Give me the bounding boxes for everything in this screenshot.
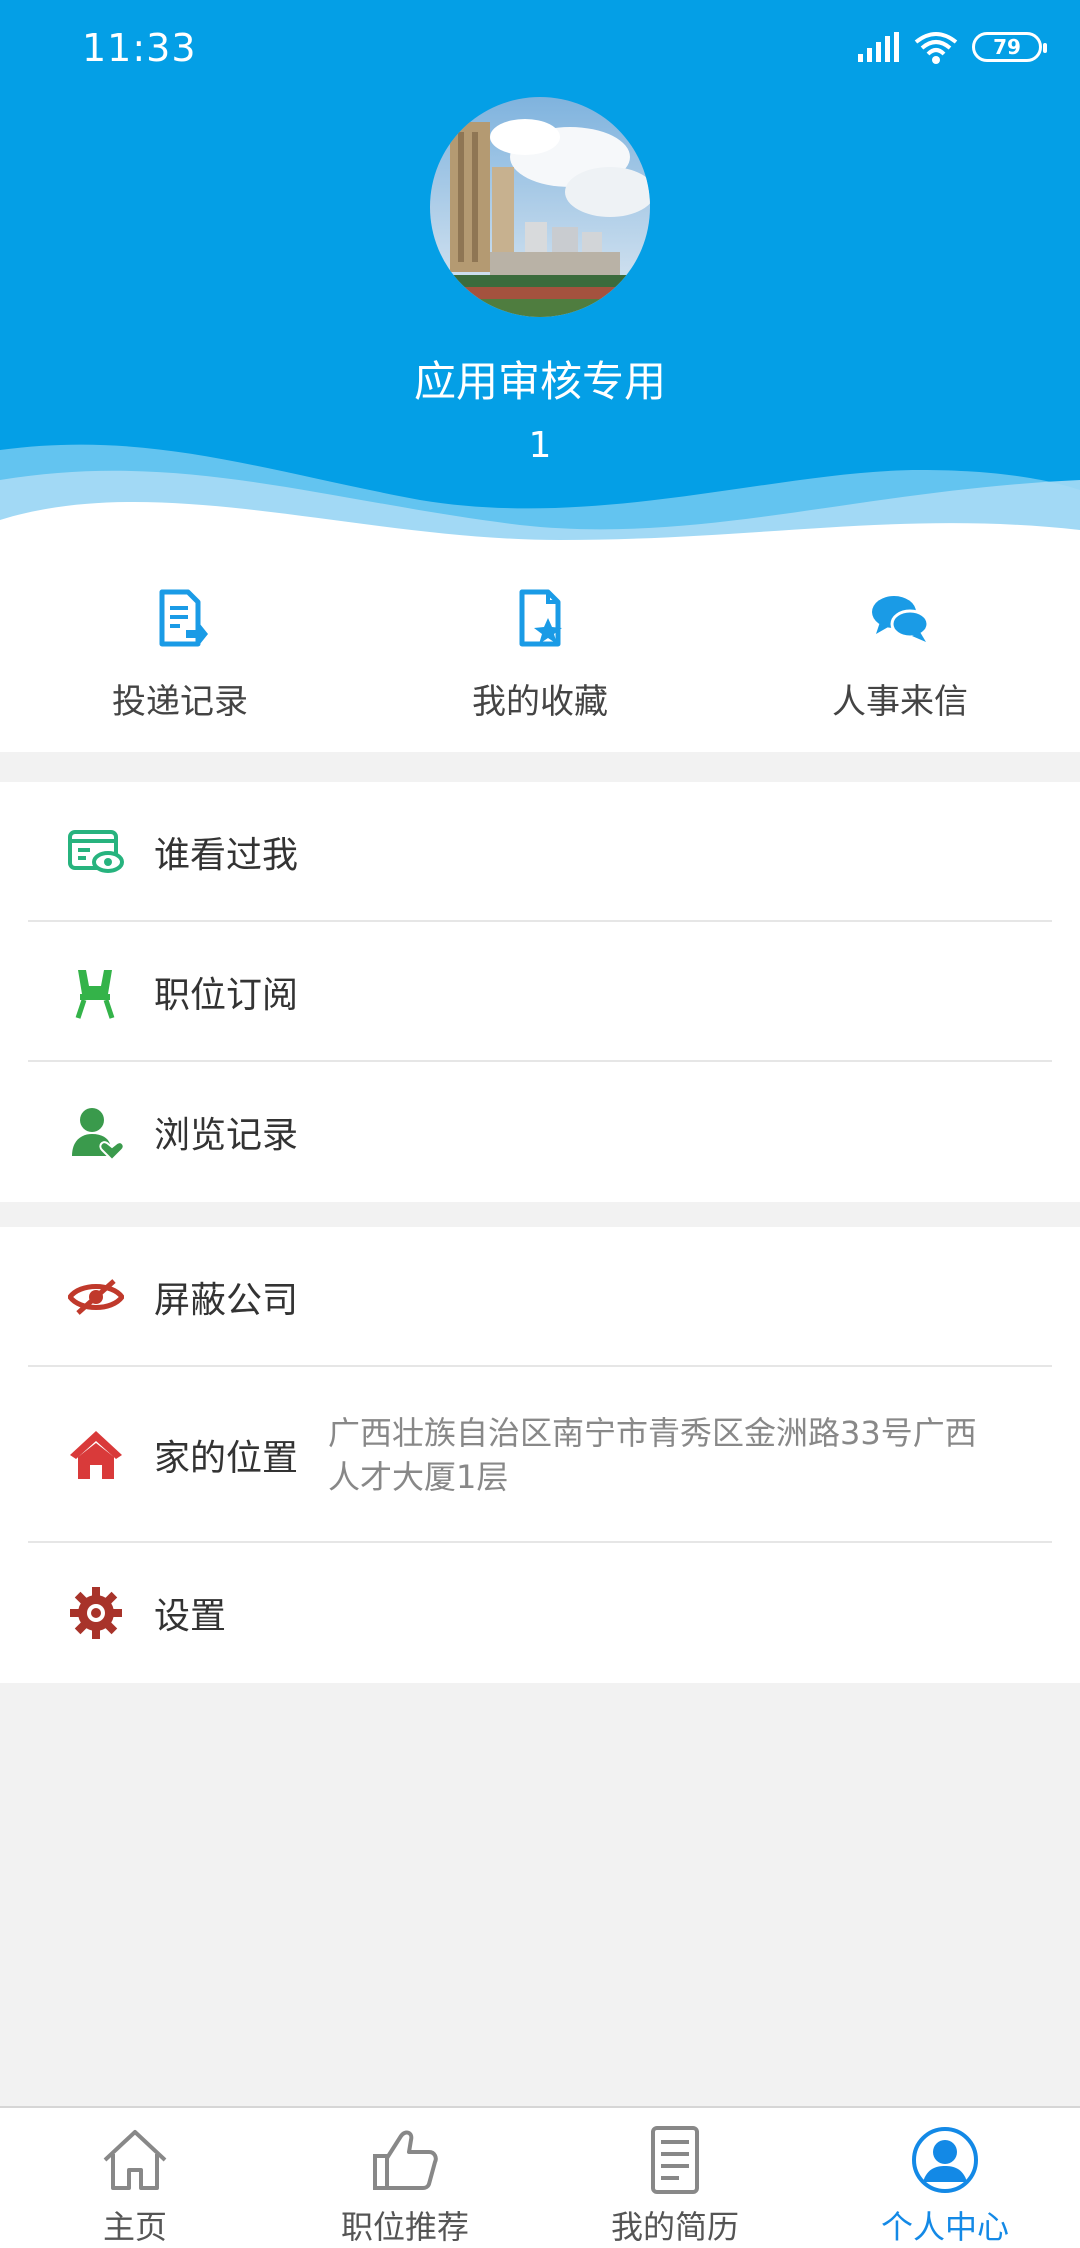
home-address-value: 广西壮族自治区南宁市青秀区金洲路33号广西人才大厦1层 <box>328 1414 977 1496</box>
nav-job-recommend[interactable]: 职位推荐 <box>270 2108 540 2248</box>
thumbs-up-icon <box>373 2130 438 2190</box>
nav-label: 我的简历 <box>610 2208 739 2246</box>
status-bar: 11:33 79 <box>0 0 1080 100</box>
quick-action-label: 投递记录 <box>112 682 248 722</box>
quick-action-favorites[interactable]: 我的收藏 <box>360 560 720 752</box>
menu-group-settings: 屏蔽公司 家的位置 广西壮族自治区南宁市青秀区金洲路33号广西人才大厦1层 设置 <box>0 1227 1080 1683</box>
person-circle-icon <box>912 2127 978 2193</box>
header-wave <box>0 444 1080 560</box>
bottom-navigation: 主页 职位推荐 我的简历 个人中心 <box>0 2106 1080 2248</box>
subscribe-chair-icon <box>75 970 115 1019</box>
hide-eye-icon <box>68 1279 124 1315</box>
nav-my-resume[interactable]: 我的简历 <box>540 2108 810 2248</box>
user-heart-icon <box>72 1108 124 1160</box>
menu-item-block-company[interactable]: 屏蔽公司 <box>0 1227 1080 1367</box>
home-icon <box>70 1431 122 1479</box>
home-outline-icon <box>103 2130 167 2190</box>
menu-item-label: 家的位置 <box>154 1438 299 1479</box>
menu-item-job-subscription[interactable]: 职位订阅 <box>0 922 1080 1062</box>
menu-item-label: 浏览记录 <box>154 1115 299 1156</box>
menu-group-activity: 谁看过我 职位订阅 浏览记录 <box>0 782 1080 1202</box>
gear-icon <box>70 1587 122 1639</box>
nav-label: 个人中心 <box>880 2208 1009 2246</box>
chat-bubbles-icon <box>872 596 930 642</box>
menu-item-label: 谁看过我 <box>154 835 299 876</box>
menu-item-home-location[interactable]: 家的位置 广西壮族自治区南宁市青秀区金洲路33号广西人才大厦1层 <box>0 1367 1080 1543</box>
status-time: 11:33 <box>82 26 197 70</box>
status-icons: 79 <box>858 30 1047 64</box>
menu-item-label: 设置 <box>154 1596 227 1637</box>
quick-action-hr-messages[interactable]: 人事来信 <box>720 560 1080 752</box>
quick-action-delivery-record[interactable]: 投递记录 <box>0 560 360 752</box>
nav-personal-center[interactable]: 个人中心 <box>810 2108 1080 2248</box>
menu-item-settings[interactable]: 设置 <box>0 1543 1080 1683</box>
signal-icon <box>858 32 899 62</box>
profile-header: 11:33 79 应用审核专用 1 <box>0 0 1080 560</box>
viewed-card-eye-icon <box>68 830 124 873</box>
wifi-icon <box>914 32 958 64</box>
avatar[interactable] <box>430 97 650 317</box>
quick-action-label: 我的收藏 <box>472 682 608 722</box>
nav-home[interactable]: 主页 <box>0 2108 270 2248</box>
quick-actions: 投递记录 我的收藏 人事来信 <box>0 560 1080 752</box>
profile-name: 应用审核专用 <box>413 357 666 406</box>
menu-item-who-viewed-me[interactable]: 谁看过我 <box>0 782 1080 922</box>
battery-indicator: 79 <box>972 32 1047 62</box>
favorite-doc-icon <box>519 589 562 647</box>
nav-label: 职位推荐 <box>340 2208 469 2246</box>
menu-item-browse-history[interactable]: 浏览记录 <box>0 1062 1080 1202</box>
nav-label: 主页 <box>102 2208 167 2246</box>
delivery-record-icon <box>159 589 208 647</box>
menu-item-label: 屏蔽公司 <box>154 1280 299 1321</box>
menu-item-label: 职位订阅 <box>154 975 299 1016</box>
quick-action-label: 人事来信 <box>832 682 968 722</box>
resume-icon <box>651 2126 699 2194</box>
